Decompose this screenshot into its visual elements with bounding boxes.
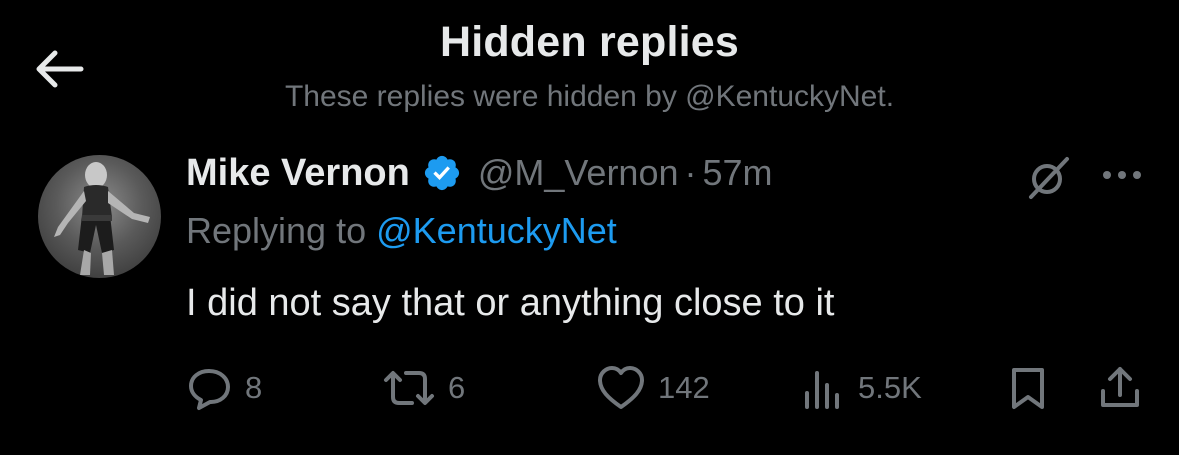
bookmark-icon bbox=[1012, 368, 1044, 409]
avatar[interactable] bbox=[38, 155, 161, 278]
grok-icon bbox=[1029, 157, 1069, 199]
views-bar-icon bbox=[805, 371, 839, 409]
share-icon bbox=[1101, 367, 1139, 407]
views-button[interactable]: 5.5K bbox=[802, 358, 922, 418]
tweet-actions: 8 6 142 5.5K bbox=[0, 358, 1179, 418]
author-handle[interactable]: @M_Vernon bbox=[478, 152, 679, 194]
reply-bubble-icon bbox=[189, 369, 230, 410]
reply-button[interactable]: 8 bbox=[187, 358, 262, 418]
avatar-image bbox=[54, 162, 150, 275]
more-button[interactable] bbox=[1098, 155, 1146, 195]
more-dots-icon bbox=[1103, 171, 1141, 179]
author-name[interactable]: Mike Vernon bbox=[186, 152, 410, 195]
heart-icon bbox=[598, 366, 644, 409]
page-title: Hidden replies bbox=[439, 18, 740, 66]
like-button[interactable]: 142 bbox=[596, 358, 710, 418]
share-button[interactable] bbox=[1098, 358, 1142, 418]
repost-button[interactable]: 6 bbox=[382, 358, 465, 418]
tweet-header: Mike Vernon @M_Vernon · 57m bbox=[186, 148, 773, 198]
page-subtitle: These replies were hidden by @KentuckyNe… bbox=[284, 80, 895, 113]
separator-dot: · bbox=[684, 152, 697, 193]
replying-to: Replying to @KentuckyNet bbox=[186, 210, 617, 252]
views-count: 5.5K bbox=[858, 370, 922, 405]
repost-icon bbox=[384, 371, 434, 405]
repost-count: 6 bbox=[448, 370, 466, 405]
reply-count: 8 bbox=[245, 370, 263, 405]
like-count: 142 bbox=[658, 370, 710, 405]
tweet-time[interactable]: 57m bbox=[703, 152, 773, 194]
tweet-text: I did not say that or anything close to … bbox=[186, 282, 835, 324]
replying-mention-link[interactable]: @KentuckyNet bbox=[376, 210, 617, 251]
replying-prefix: Replying to bbox=[186, 210, 377, 251]
verified-badge-icon[interactable] bbox=[422, 153, 462, 193]
bookmark-button[interactable] bbox=[1008, 358, 1048, 418]
grok-button[interactable] bbox=[1022, 152, 1074, 204]
